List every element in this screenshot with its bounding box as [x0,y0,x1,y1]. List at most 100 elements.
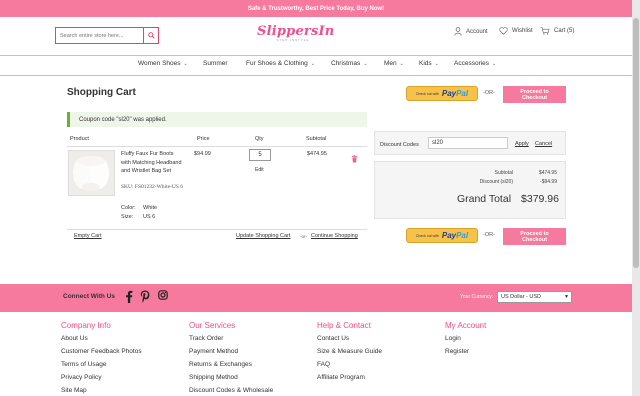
chevron-down-icon: ⌄ [310,61,315,67]
nav-kids[interactable]: Kids ⌄ [419,60,439,67]
header-price: Price [197,136,210,142]
coupon-success-message: Coupon code "sl20" was applied. [67,112,367,127]
nav-men[interactable]: Men ⌄ [384,60,404,67]
fur-boots-image [69,151,114,195]
nav-women-shoes[interactable]: Women Shoes ⌄ [138,60,188,67]
site-logo[interactable]: SlippersIn STEP INSTYLE [257,25,334,47]
footer-social-band: Connect With Us Your Currency: US Dollar… [0,284,632,312]
footer-link-affiliate[interactable]: Affiliate Program [317,374,382,381]
proceed-checkout-button[interactable]: Proceed to Checkout [503,86,566,103]
search-box [55,27,159,44]
discount-label: Discount Codes [380,142,419,148]
footer-col-title: Company Info [61,321,111,330]
cart-actions: Empty Cart Update Shopping Cart -or- Con… [67,229,367,242]
proceed-checkout-button-bottom[interactable]: Proceed to Checkout [503,228,566,245]
pinterest-icon[interactable] [140,290,150,303]
continue-shopping-link[interactable]: Continue Shopping [311,233,358,239]
nav-fur-shoes-clothing[interactable]: Fur Shoes & Clothing ⌄ [246,60,315,67]
cart-link[interactable]: Cart (5) [540,27,574,35]
product-size-option: Size: US 6 [121,214,156,220]
footer-link-terms[interactable]: Terms of Usage [61,361,142,368]
footer-link-privacy[interactable]: Privacy Policy [61,374,142,381]
footer-col-title: Our Services [189,321,236,330]
chevron-down-icon: ▼ [564,294,569,300]
footer-col-account: My Account Login Register [445,321,486,355]
or-separator: -OR- [483,232,495,238]
cart-label: Cart [554,28,566,34]
discount-code-input[interactable]: sl20 [428,137,508,149]
search-icon [147,32,155,39]
footer-link-payment[interactable]: Payment Method [189,348,273,355]
site-footer: Connect With Us Your Currency: US Dollar… [0,284,632,396]
wishlist-label: Wishlist [512,28,533,34]
paypal-checkout-button-bottom[interactable]: Check out with PayPal [406,228,478,243]
nav-christmas[interactable]: Christmas ⌄ [331,60,367,67]
or-separator: -OR- [483,90,495,96]
currency-label: Your Currency: [460,294,494,300]
user-icon [454,27,462,36]
product-image[interactable] [68,150,115,196]
edit-item-link[interactable]: Edit [255,167,264,173]
header-product: Product [70,136,89,142]
header-qty: Qty [255,136,264,142]
promo-bar: Safe & Trustworthy, Best Price Today, Bu… [0,0,632,17]
heart-icon [499,27,508,35]
remove-item-button[interactable] [351,150,358,168]
footer-link-sitemap[interactable]: Site Map [61,387,142,394]
empty-cart-link[interactable]: Empty Cart [74,233,102,239]
quantity-input[interactable]: 5 [249,149,271,161]
footer-link-login[interactable]: Login [445,335,486,342]
trash-icon [351,155,358,163]
discount-codes-box: Discount Codes sl20 Apply Cancel [374,131,566,155]
nav-accessories[interactable]: Accessories ⌄ [454,60,496,67]
currency-select[interactable]: US Dollar - USD ▼ [497,291,572,303]
footer-col-title: My Account [445,321,487,330]
item-subtotal: $474.95 [307,151,327,157]
account-link[interactable]: Account [454,27,488,36]
footer-link-feedback[interactable]: Customer Feedback Photos [61,348,142,355]
paypal-checkout-button[interactable]: Check out with PayPal [406,86,478,101]
footer-link-track-order[interactable]: Track Order [189,335,273,342]
footer-link-about[interactable]: About Us [61,335,142,342]
wishlist-link[interactable]: Wishlist [499,27,533,35]
footer-link-register[interactable]: Register [445,348,486,355]
footer-col-company: Company Info About Us Customer Feedback … [61,321,142,394]
subtotal-row: Subtotal $474.95 [494,170,557,176]
instagram-icon[interactable] [158,290,168,300]
footer-link-faq[interactable]: FAQ [317,361,382,368]
order-totals-box: Subtotal $474.95 Discount (sl20) -$94.99 G… [374,161,566,219]
item-price: $94.99 [194,151,211,157]
page-scrollbar[interactable] [632,0,640,396]
chevron-down-icon: ⌄ [183,61,188,67]
footer-link-discount-codes[interactable]: Discount Codes & Wholesale [189,387,273,394]
header-subtotal: Subtotal [306,136,327,142]
chevron-down-icon: ⌄ [399,61,404,67]
cart-icon [540,27,550,35]
cart-table-header: Product Price Qty Subtotal [67,135,367,147]
scrollbar-thumb[interactable] [633,18,639,268]
paypal-logo: PayPal [441,231,469,240]
apply-discount-link[interactable]: Apply [515,141,529,147]
cart-count: (5) [567,28,575,34]
footer-link-returns[interactable]: Returns & Exchanges [189,361,273,368]
cancel-discount-link[interactable]: Cancel [535,141,552,147]
facebook-icon[interactable] [125,290,133,303]
update-cart-link[interactable]: Update Shopping Cart [236,233,290,239]
main-nav: Women Shoes ⌄ Summer Fur Shoes & Clothing… [0,55,632,76]
nav-summer[interactable]: Summer [203,60,228,67]
product-name-link[interactable]: Fluffy Faux Fur Boots with Matching Head… [121,150,183,176]
page-title: Shopping Cart [67,87,136,98]
footer-link-shipping[interactable]: Shipping Method [189,374,273,381]
promo-text: Safe & Trustworthy, Best Price Today, Bu… [247,5,385,12]
footer-col-title: Help & Contact [317,321,371,330]
footer-link-contact[interactable]: Contact Us [317,335,382,342]
footer-links-area: Company Info About Us Customer Feedback … [0,312,632,396]
product-sku: SKU: FS01232-White-US 6 [121,184,184,190]
connect-label: Connect With Us [63,293,115,300]
chevron-down-icon: ⌄ [434,61,439,67]
footer-link-size-guide[interactable]: Size & Measure Guide [317,348,382,355]
footer-col-help: Help & Contact Contact Us Size & Measure… [317,321,382,381]
search-input[interactable] [56,28,144,43]
grand-total-row: Grand Total $379.96 [456,193,559,205]
search-button[interactable] [143,28,158,43]
